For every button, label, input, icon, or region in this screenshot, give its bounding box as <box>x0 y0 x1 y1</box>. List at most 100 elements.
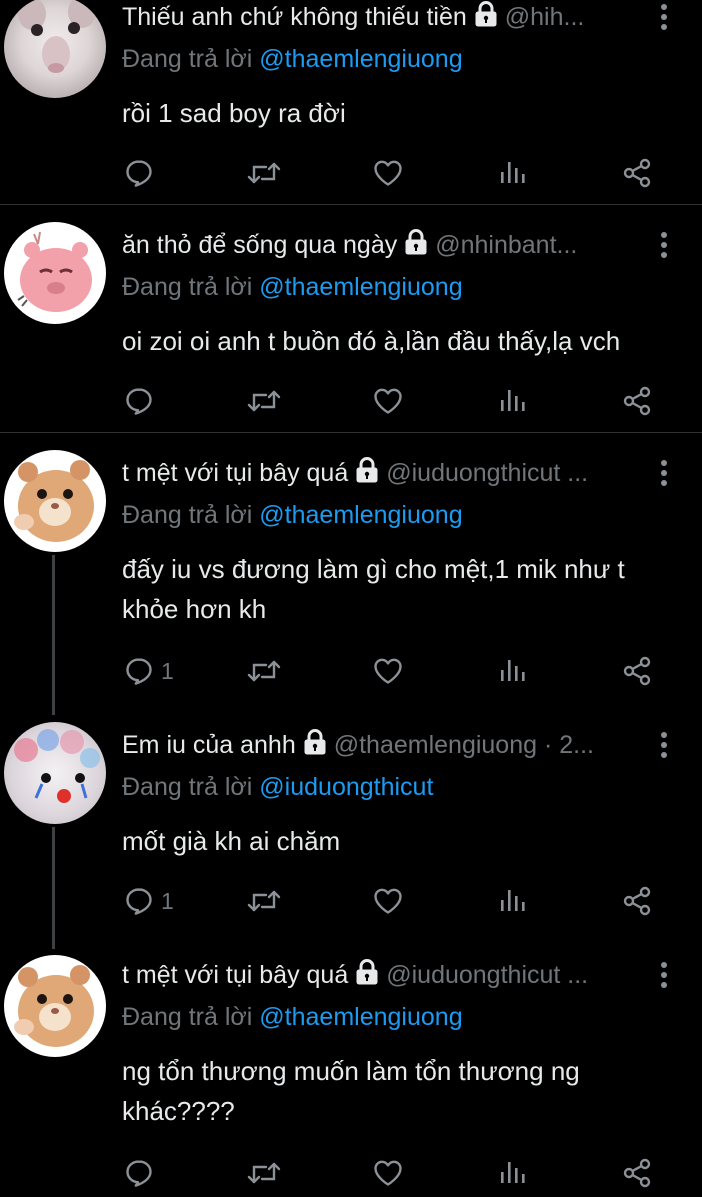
reply-prefix: Đang trả lời <box>122 273 253 301</box>
tweet[interactable]: Em iu của anhh @thaemlengiuong · 2... Đan… <box>0 708 702 948</box>
lock-icon <box>473 0 499 28</box>
reply-button[interactable] <box>123 156 161 190</box>
reply-context: Đang trả lời @thaemlengiuong <box>122 498 463 532</box>
reply-icon <box>123 655 155 687</box>
heart-icon <box>372 1157 404 1189</box>
user-handle[interactable]: @iuduongthicut ... <box>386 961 588 989</box>
retweet-icon <box>246 885 282 917</box>
pink-bear-avatar[interactable] <box>4 222 106 324</box>
more-icon[interactable] <box>656 732 672 762</box>
action-bar <box>0 1156 702 1190</box>
reply-icon <box>123 385 155 417</box>
reply-mention-link[interactable]: @thaemlengiuong <box>259 501 462 529</box>
views-button[interactable] <box>497 384 529 418</box>
tweet-header: Em iu của anhh @thaemlengiuong · 2... <box>122 728 648 762</box>
reply-context: Đang trả lời @iuduongthicut <box>122 770 433 804</box>
hamster-avatar[interactable] <box>4 450 106 552</box>
tweet-header: t mệt với tụi bây quá @iuduongthicut ... <box>122 958 648 992</box>
retweet-icon <box>246 157 282 189</box>
views-button[interactable] <box>497 884 529 918</box>
share-button[interactable] <box>621 156 653 190</box>
more-icon[interactable] <box>656 962 672 992</box>
reply-count: 1 <box>161 657 174 684</box>
lock-icon <box>354 958 380 986</box>
lock-icon <box>302 728 328 756</box>
reply-mention-link[interactable]: @thaemlengiuong <box>259 1003 462 1031</box>
tweet[interactable]: t mệt với tụi bây quá @iuduongthicut ... … <box>0 948 702 1197</box>
tweet-header: Thiếu anh chứ không thiếu tiền @hih... <box>122 0 648 34</box>
tweet-text: rồi 1 sad boy ra đời <box>122 98 346 128</box>
share-button[interactable] <box>621 884 653 918</box>
user-handle[interactable]: @iuduongthicut ... <box>386 459 588 487</box>
action-bar: 1 <box>0 654 702 688</box>
user-handle[interactable]: @hih... <box>505 3 585 31</box>
share-icon <box>621 1157 653 1189</box>
like-button[interactable] <box>372 654 404 688</box>
retweet-button[interactable] <box>246 1156 282 1190</box>
reply-button[interactable]: 1 <box>123 654 174 688</box>
hamster-avatar[interactable] <box>4 955 106 1057</box>
action-bar <box>0 156 702 190</box>
action-bar: 1 <box>0 884 702 918</box>
reply-button[interactable]: 1 <box>123 884 174 918</box>
lock-icon <box>354 456 380 484</box>
tweet-text: ng tổn thương muốn làm tổn thương ng khá… <box>122 1056 580 1126</box>
action-bar <box>0 384 702 418</box>
reply-context: Đang trả lời @thaemlengiuong <box>122 270 463 304</box>
like-button[interactable] <box>372 884 404 918</box>
like-button[interactable] <box>372 1156 404 1190</box>
tweet-header: ăn thỏ để sống qua ngày @nhinbant... <box>122 228 648 262</box>
reply-icon <box>123 1157 155 1189</box>
tweet[interactable]: t mệt với tụi bây quá @iuduongthicut ... … <box>0 433 702 708</box>
tweet-text: mốt già kh ai chăm <box>122 826 341 856</box>
reply-button[interactable] <box>123 1156 161 1190</box>
views-button[interactable] <box>497 1156 529 1190</box>
views-icon <box>497 1157 529 1189</box>
more-icon[interactable] <box>656 4 672 34</box>
retweet-button[interactable] <box>246 156 282 190</box>
share-button[interactable] <box>621 384 653 418</box>
share-icon <box>621 885 653 917</box>
clown-cat-avatar[interactable] <box>4 722 106 824</box>
views-button[interactable] <box>497 156 529 190</box>
share-button[interactable] <box>621 1156 653 1190</box>
display-name[interactable]: t mệt với tụi bây quá <box>122 961 348 989</box>
lock-icon <box>403 228 429 256</box>
reply-mention-link[interactable]: @thaemlengiuong <box>259 45 462 73</box>
heart-icon <box>372 385 404 417</box>
more-icon[interactable] <box>656 232 672 262</box>
share-button[interactable] <box>621 654 653 688</box>
display-name[interactable]: ăn thỏ để sống qua ngày <box>122 231 397 259</box>
retweet-icon <box>246 1157 282 1189</box>
like-button[interactable] <box>372 384 404 418</box>
reply-count: 1 <box>161 887 174 914</box>
retweet-button[interactable] <box>246 884 282 918</box>
heart-icon <box>372 885 404 917</box>
like-button[interactable] <box>372 156 404 190</box>
tweet-text: đấy iu vs đương làm gì cho mệt,1 mik như… <box>122 554 625 624</box>
user-handle[interactable]: @thaemlengiuong · 2... <box>334 731 594 759</box>
display-name[interactable]: Thiếu anh chứ không thiếu tiền <box>122 3 467 31</box>
display-name[interactable]: Em iu của anhh <box>122 731 296 759</box>
reply-context: Đang trả lời @thaemlengiuong <box>122 42 463 76</box>
reply-mention-link[interactable]: @thaemlengiuong <box>259 273 462 301</box>
views-icon <box>497 157 529 189</box>
more-icon[interactable] <box>656 460 672 490</box>
reply-button[interactable] <box>123 384 161 418</box>
reply-icon <box>123 885 155 917</box>
views-button[interactable] <box>497 654 529 688</box>
tweet-text: oi zoi oi anh t buồn đó à,lần đầu thấy,l… <box>122 326 621 356</box>
user-handle[interactable]: @nhinbant... <box>435 231 577 259</box>
tweet[interactable]: ăn thỏ để sống qua ngày @nhinbant... Đang… <box>0 205 702 432</box>
views-icon <box>497 655 529 687</box>
views-icon <box>497 385 529 417</box>
white-rat-avatar[interactable] <box>4 0 106 98</box>
share-icon <box>621 157 653 189</box>
tweet[interactable]: Thiếu anh chứ không thiếu tiền @hih... Đa… <box>0 0 702 204</box>
retweet-button[interactable] <box>246 654 282 688</box>
reply-prefix: Đang trả lời <box>122 45 253 73</box>
heart-icon <box>372 157 404 189</box>
retweet-button[interactable] <box>246 384 282 418</box>
reply-mention-link[interactable]: @iuduongthicut <box>259 773 433 801</box>
display-name[interactable]: t mệt với tụi bây quá <box>122 459 348 487</box>
